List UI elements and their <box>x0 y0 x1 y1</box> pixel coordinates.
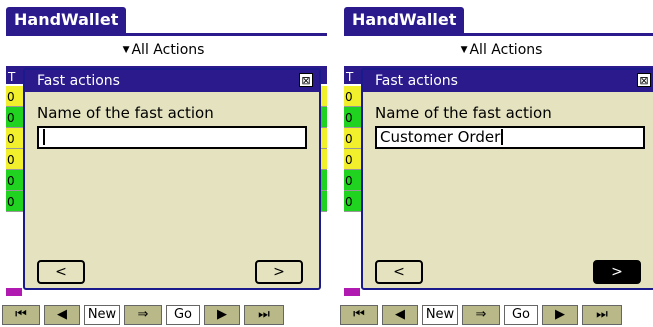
filter-dropdown[interactable]: ▼ All Actions <box>0 42 327 58</box>
dropdown-triangle-icon: ▼ <box>122 45 130 55</box>
previous-record-button[interactable]: ◀ <box>44 305 80 325</box>
new-button[interactable]: New <box>422 305 458 325</box>
filter-label: All Actions <box>469 42 543 58</box>
list-row-text: 0 <box>345 111 353 125</box>
list-row-text: 0 <box>7 153 15 167</box>
palm-screen-right: HandWallet ▼ All Actions T 0 0 0 0 0 0 Fa… <box>338 0 653 327</box>
dialog-title: Fast actions <box>25 70 319 92</box>
list-row-text: 0 <box>345 132 353 146</box>
title-underline <box>344 33 653 36</box>
go-button[interactable]: Go <box>166 305 200 325</box>
list-header-text: T <box>346 70 354 84</box>
next-record-button[interactable]: ▶ <box>542 305 578 325</box>
list-row-text: 0 <box>345 174 353 188</box>
prev-button[interactable]: < <box>375 260 423 284</box>
list-header-text: T <box>8 70 16 84</box>
title-bar: HandWallet <box>6 7 327 37</box>
first-record-button[interactable]: ⏮ <box>340 305 378 325</box>
fast-actions-dialog: Fast actions ⊠ Name of the fast action <… <box>23 68 321 290</box>
background-marker <box>344 288 360 296</box>
field-label: Name of the fast action <box>37 104 214 122</box>
title-bar: HandWallet <box>344 7 653 37</box>
text-caret <box>43 129 45 145</box>
go-button[interactable]: Go <box>504 305 538 325</box>
previous-record-button[interactable]: ◀ <box>382 305 418 325</box>
background-marker <box>6 288 22 296</box>
last-record-button[interactable]: ⏭ <box>244 305 284 325</box>
close-icon[interactable]: ⊠ <box>637 73 651 87</box>
title-underline <box>6 33 327 36</box>
first-record-button[interactable]: ⏮ <box>2 305 40 325</box>
filter-dropdown[interactable]: ▼ All Actions <box>338 42 653 58</box>
list-row-text: 0 <box>7 174 15 188</box>
fast-actions-dialog: Fast actions ⊠ Name of the fast action C… <box>361 68 653 290</box>
new-button[interactable]: New <box>84 305 120 325</box>
app-title[interactable]: HandWallet <box>6 7 127 33</box>
next-button[interactable]: > <box>593 260 641 284</box>
dropdown-triangle-icon: ▼ <box>460 45 468 55</box>
dialog-title: Fast actions <box>363 70 653 92</box>
fast-action-name-input[interactable]: Customer Order <box>375 126 645 149</box>
list-row-text: 0 <box>345 195 353 209</box>
list-row-text: 0 <box>7 111 15 125</box>
transfer-icon-button[interactable]: ⇒ <box>462 305 500 325</box>
last-record-button[interactable]: ⏭ <box>582 305 622 325</box>
list-row-text: 0 <box>7 90 15 104</box>
field-label: Name of the fast action <box>375 104 552 122</box>
list-row-text: 0 <box>7 132 15 146</box>
next-button[interactable]: > <box>255 260 303 284</box>
palm-screen-left: HandWallet ▼ All Actions T 0 0 0 0 0 0 Fa… <box>0 0 327 327</box>
next-record-button[interactable]: ▶ <box>204 305 240 325</box>
field-value: Customer Order <box>380 128 501 146</box>
bottom-toolbar: ⏮ ◀ New ⇒ Go ▶ ⏭ <box>0 305 327 327</box>
filter-label: All Actions <box>131 42 205 58</box>
list-row-text: 0 <box>345 90 353 104</box>
transfer-icon-button[interactable]: ⇒ <box>124 305 162 325</box>
close-icon[interactable]: ⊠ <box>299 73 313 87</box>
list-row-text: 0 <box>7 195 15 209</box>
fast-action-name-input[interactable] <box>37 126 307 149</box>
app-title[interactable]: HandWallet <box>344 7 465 33</box>
list-row-text: 0 <box>345 153 353 167</box>
text-caret <box>501 129 504 145</box>
bottom-toolbar: ⏮ ◀ New ⇒ Go ▶ ⏭ <box>338 305 653 327</box>
prev-button[interactable]: < <box>37 260 85 284</box>
